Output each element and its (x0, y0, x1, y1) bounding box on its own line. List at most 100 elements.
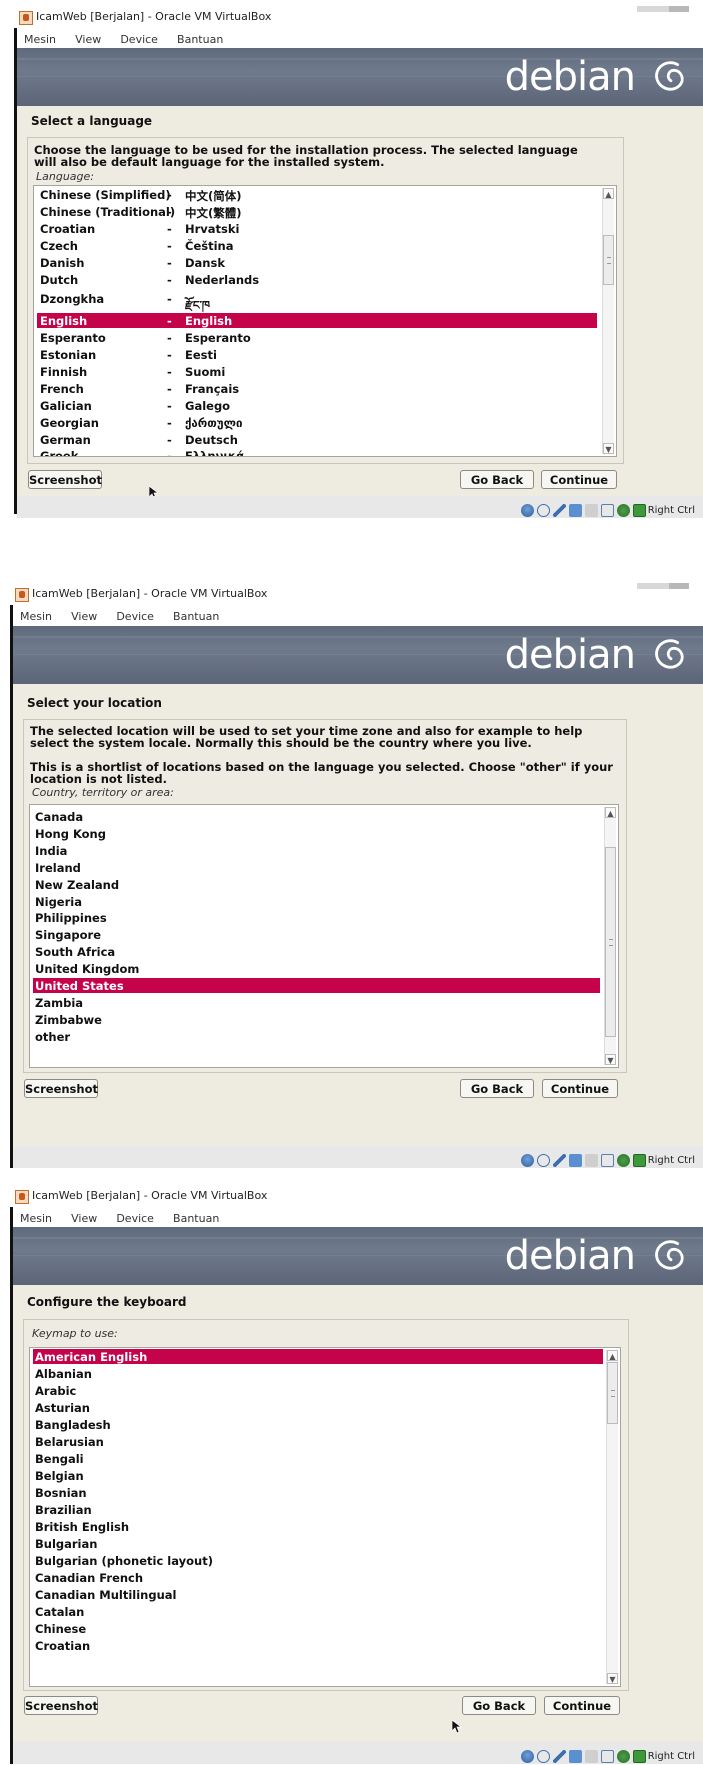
list-item[interactable]: Bulgarian (33, 1536, 603, 1551)
list-item[interactable]: Canada (33, 809, 600, 824)
go-back-button[interactable]: Go Back (462, 1696, 536, 1715)
list-item[interactable]: Asturian (33, 1400, 603, 1415)
scroll-thumb[interactable] (603, 235, 614, 285)
pen-icon[interactable] (552, 1154, 566, 1167)
list-item[interactable]: Hong Kong (33, 826, 600, 841)
screenshot-button[interactable]: Screenshot (28, 470, 102, 489)
list-item[interactable]: Belarusian (33, 1434, 603, 1449)
list-item[interactable]: Croatian - Hrvatski (37, 221, 597, 236)
list-item[interactable]: Ireland (33, 860, 600, 875)
pen-icon[interactable] (552, 504, 566, 517)
list-item[interactable]: Albanian (33, 1366, 603, 1381)
menu-mesin[interactable]: Mesin (17, 29, 63, 46)
screenshot-button[interactable]: Screenshot (24, 1079, 98, 1098)
display-icon[interactable] (600, 1750, 614, 1763)
vm-screen[interactable]: debian Select your location The selected… (13, 626, 703, 1146)
vm-screen[interactable]: debian Configure the keyboard Keymap to … (13, 1227, 703, 1742)
vm-screen[interactable]: debian Select a language Choose the lang… (17, 48, 703, 500)
optical-icon[interactable] (536, 504, 550, 517)
list-item[interactable]: Bengali (33, 1451, 603, 1466)
menu-mesin[interactable]: Mesin (13, 606, 59, 623)
capture-icon[interactable] (616, 1750, 630, 1763)
continue-button[interactable]: Continue (542, 1079, 618, 1098)
list-item[interactable]: Danish - Dansk (37, 255, 597, 270)
menu-device[interactable]: Device (109, 606, 161, 623)
list-item[interactable]: Georgian - ქართული (37, 415, 597, 430)
list-item[interactable]: other (33, 1029, 600, 1044)
menu-view[interactable]: View (68, 29, 108, 46)
list-item[interactable]: Czech - Čeština (37, 238, 597, 253)
list-item[interactable]: Estonian - Eesti (37, 347, 597, 362)
list-item[interactable]: United Kingdom (33, 961, 600, 976)
scroll-thumb[interactable] (607, 1362, 618, 1424)
keymap-list[interactable]: ▲ ▼ American English Albanian Arabic Asturi… (29, 1347, 621, 1687)
menu-bantuan[interactable]: Bantuan (166, 606, 226, 623)
go-back-button[interactable]: Go Back (460, 470, 534, 489)
scroll-up-icon[interactable]: ▲ (605, 807, 616, 818)
list-item[interactable]: Dzongkha - རྫོང་ཁ (37, 291, 597, 312)
list-item[interactable]: Galician - Galego (37, 398, 597, 413)
list-item[interactable]: British English (33, 1519, 603, 1534)
scroll-up-icon[interactable]: ▲ (603, 188, 614, 199)
window-controls[interactable] (637, 6, 689, 12)
disk-icon[interactable] (520, 1154, 534, 1167)
window-controls[interactable] (637, 583, 689, 589)
capture-icon[interactable] (616, 504, 630, 517)
list-item[interactable]: Nigeria (33, 894, 600, 909)
menu-view[interactable]: View (64, 1208, 104, 1225)
continue-button[interactable]: Continue (544, 1696, 620, 1715)
disk-icon[interactable] (520, 1750, 534, 1763)
list-item[interactable]: Catalan (33, 1604, 603, 1619)
location-list[interactable]: ▲ ▼ Canada Hong Kong India Ireland New Zeala… (29, 804, 619, 1068)
go-back-button[interactable]: Go Back (460, 1079, 534, 1098)
language-list[interactable]: ▲ ▼ Chinese (Simplified) - 中文(简体) Chinese (… (33, 185, 617, 457)
shared-folder-icon[interactable] (584, 1750, 598, 1763)
list-item[interactable]: Philippines (33, 910, 600, 925)
network-icon[interactable] (568, 1154, 582, 1167)
list-item[interactable]: English - English (37, 313, 597, 328)
shared-folder-icon[interactable] (584, 504, 598, 517)
list-item[interactable]: India (33, 843, 600, 858)
list-item[interactable]: German - Deutsch (37, 432, 597, 447)
list-item[interactable]: Belgian (33, 1468, 603, 1483)
list-item[interactable]: Bulgarian (phonetic layout) (33, 1553, 603, 1568)
scroll-up-icon[interactable]: ▲ (607, 1350, 618, 1361)
network-icon[interactable] (568, 1750, 582, 1763)
list-item[interactable]: American English (33, 1349, 603, 1364)
display-icon[interactable] (600, 504, 614, 517)
scroll-down-icon[interactable]: ▼ (605, 1054, 616, 1065)
list-item[interactable]: Arabic (33, 1383, 603, 1398)
list-item[interactable]: Croatian (33, 1638, 603, 1653)
pen-icon[interactable] (552, 1750, 566, 1763)
menu-mesin[interactable]: Mesin (13, 1208, 59, 1225)
list-scrollbar[interactable]: ▲ ▼ (604, 807, 616, 1065)
network-icon[interactable] (568, 504, 582, 517)
disk-icon[interactable] (520, 504, 534, 517)
display-icon[interactable] (600, 1154, 614, 1167)
list-item[interactable]: Finnish - Suomi (37, 364, 597, 379)
list-item[interactable]: Zambia (33, 995, 600, 1010)
list-item[interactable]: French - Français (37, 381, 597, 396)
capture-icon[interactable] (616, 1154, 630, 1167)
scroll-down-icon[interactable]: ▼ (607, 1673, 618, 1684)
list-item[interactable]: Greek - Ελληνικά (37, 448, 597, 456)
list-item[interactable]: Bangladesh (33, 1417, 603, 1432)
keyboard-icon[interactable] (632, 504, 646, 517)
menu-device[interactable]: Device (113, 29, 165, 46)
keyboard-icon[interactable] (632, 1154, 646, 1167)
menu-bantuan[interactable]: Bantuan (170, 29, 230, 46)
scroll-down-icon[interactable]: ▼ (603, 443, 614, 454)
menu-view[interactable]: View (64, 606, 104, 623)
list-item[interactable]: Canadian Multilingual (33, 1587, 603, 1602)
list-item[interactable]: Dutch - Nederlands (37, 272, 597, 287)
screenshot-button[interactable]: Screenshot (24, 1696, 98, 1715)
scroll-thumb[interactable] (605, 847, 616, 1037)
optical-icon[interactable] (536, 1750, 550, 1763)
list-item[interactable]: Canadian French (33, 1570, 603, 1585)
continue-button[interactable]: Continue (541, 470, 617, 489)
list-item[interactable]: New Zealand (33, 877, 600, 892)
list-item[interactable]: United States (33, 978, 600, 993)
list-scrollbar[interactable]: ▲ ▼ (602, 188, 614, 454)
list-scrollbar[interactable]: ▲ ▼ (606, 1350, 618, 1684)
optical-icon[interactable] (536, 1154, 550, 1167)
